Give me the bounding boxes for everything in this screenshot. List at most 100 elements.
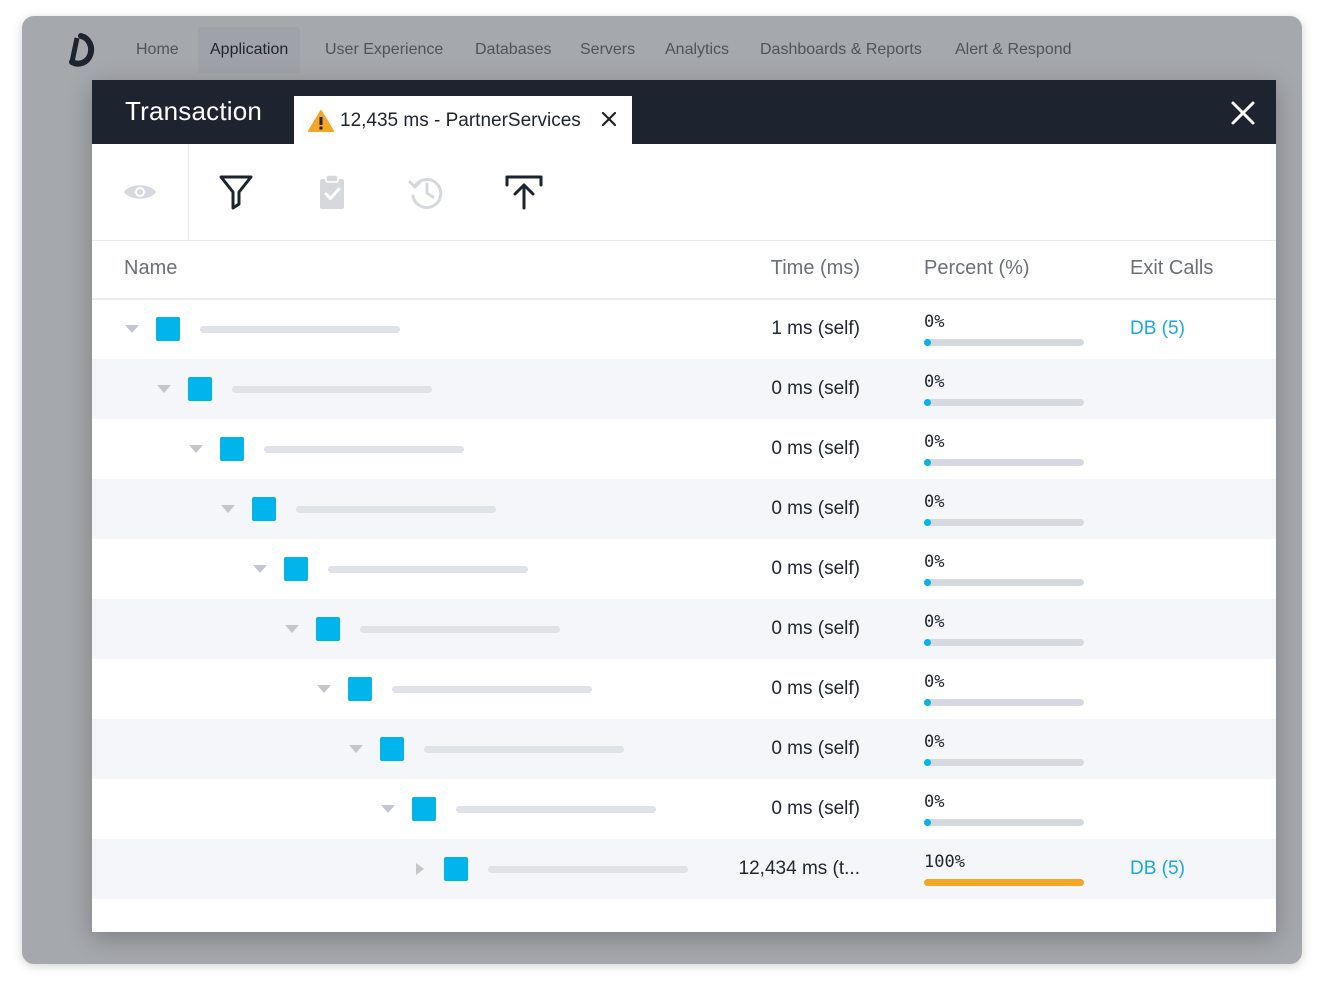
percent-bar xyxy=(924,639,1084,646)
percent-bar-dot xyxy=(924,819,931,826)
percent-bar-dot xyxy=(924,579,931,586)
node-type-icon xyxy=(348,677,372,701)
app-logo-icon[interactable] xyxy=(64,32,98,68)
table-row[interactable]: 0 ms (self) 0% xyxy=(92,659,1276,719)
row-time: 0 ms (self) xyxy=(771,438,860,459)
caret-down-icon[interactable] xyxy=(284,622,300,636)
caret-down-icon[interactable] xyxy=(220,502,236,516)
percent-bar xyxy=(924,819,1084,826)
row-time: 0 ms (self) xyxy=(771,498,860,519)
tab-label: 12,435 ms - PartnerServices xyxy=(340,110,581,131)
caret-down-icon[interactable] xyxy=(380,802,396,816)
row-time: 1 ms (self) xyxy=(771,318,860,339)
upload-icon[interactable] xyxy=(504,172,544,212)
history-icon[interactable] xyxy=(406,172,446,212)
nav-item-databases[interactable]: Databases xyxy=(463,27,564,73)
row-percent: 0% xyxy=(924,612,945,632)
row-percent: 0% xyxy=(924,732,945,752)
table-row[interactable]: 0 ms (self) 0% xyxy=(92,719,1276,779)
percent-bar-dot xyxy=(924,339,931,346)
toolbar-separator xyxy=(188,144,189,240)
percent-bar xyxy=(924,399,1084,406)
tab-transaction-partnerservices[interactable]: 12,435 ms - PartnerServices xyxy=(294,96,632,144)
name-placeholder-bar xyxy=(264,446,464,453)
column-header-exit-calls[interactable]: Exit Calls xyxy=(1130,257,1213,280)
node-type-icon xyxy=(444,857,468,881)
nav-item-dashboards-reports[interactable]: Dashboards & Reports xyxy=(748,27,934,73)
name-placeholder-bar xyxy=(456,806,656,813)
row-percent: 0% xyxy=(924,372,945,392)
table-row[interactable]: 0 ms (self) 0% xyxy=(92,779,1276,839)
caret-right-icon[interactable] xyxy=(412,862,428,876)
node-type-icon xyxy=(252,497,276,521)
row-time: 0 ms (self) xyxy=(771,378,860,399)
percent-bar-dot xyxy=(924,459,931,466)
caret-down-icon[interactable] xyxy=(252,562,268,576)
row-percent: 0% xyxy=(924,312,945,332)
top-navigation: Home Application User Experience Databases S… xyxy=(22,16,1302,84)
table-row[interactable]: 12,434 ms (t... 100% DB (5) xyxy=(92,839,1276,899)
percent-bar-dot xyxy=(924,759,931,766)
nav-item-alert-respond[interactable]: Alert & Respond xyxy=(943,27,1084,73)
row-time: 12,434 ms (t... xyxy=(738,858,860,879)
row-percent: 0% xyxy=(924,672,945,692)
column-header-time[interactable]: Time (ms) xyxy=(771,257,860,280)
table-header: Name Time (ms) Percent (%) Exit Calls xyxy=(92,240,1276,300)
modal-close-icon[interactable] xyxy=(1228,98,1258,128)
exit-calls-link[interactable]: DB (5) xyxy=(1130,318,1185,340)
percent-bar xyxy=(924,519,1084,526)
caret-down-icon[interactable] xyxy=(316,682,332,696)
table-row[interactable]: 0 ms (self) 0% xyxy=(92,599,1276,659)
row-time: 0 ms (self) xyxy=(771,618,860,639)
nav-item-analytics[interactable]: Analytics xyxy=(653,27,741,73)
nav-item-user-experience[interactable]: User Experience xyxy=(313,27,455,73)
modal-title: Transaction xyxy=(125,96,263,126)
percent-bar xyxy=(924,459,1084,466)
filter-icon[interactable] xyxy=(216,172,256,212)
name-placeholder-bar xyxy=(488,866,688,873)
row-percent: 0% xyxy=(924,792,945,812)
caret-down-icon[interactable] xyxy=(124,322,140,336)
tab-close-icon[interactable] xyxy=(599,109,619,129)
table-row[interactable]: 1 ms (self) 0% DB (5) xyxy=(92,299,1276,359)
row-time: 0 ms (self) xyxy=(771,558,860,579)
node-type-icon xyxy=(220,437,244,461)
node-type-icon xyxy=(412,797,436,821)
nav-item-servers[interactable]: Servers xyxy=(568,27,647,73)
node-type-icon xyxy=(156,317,180,341)
caret-down-icon[interactable] xyxy=(188,442,204,456)
row-percent: 0% xyxy=(924,492,945,512)
column-header-name[interactable]: Name xyxy=(124,257,177,280)
name-placeholder-bar xyxy=(392,686,592,693)
nav-item-home[interactable]: Home xyxy=(124,27,191,73)
percent-bar-dot xyxy=(924,519,931,526)
table-row[interactable]: 0 ms (self) 0% xyxy=(92,419,1276,479)
row-percent: 0% xyxy=(924,432,945,452)
percent-bar xyxy=(924,579,1084,586)
row-time: 0 ms (self) xyxy=(771,738,860,759)
table-row[interactable]: 0 ms (self) 0% xyxy=(92,359,1276,419)
app-frame: Home Application User Experience Databases S… xyxy=(22,16,1302,964)
percent-bar-dot xyxy=(924,639,931,646)
percent-bar-fill xyxy=(924,879,1084,886)
row-time: 0 ms (self) xyxy=(771,798,860,819)
table-row[interactable]: 0 ms (self) 0% xyxy=(92,479,1276,539)
nav-item-application[interactable]: Application xyxy=(198,27,301,73)
row-percent: 0% xyxy=(924,552,945,572)
column-header-percent[interactable]: Percent (%) xyxy=(924,257,1030,280)
table-row[interactable]: 0 ms (self) 0% xyxy=(92,539,1276,599)
name-placeholder-bar xyxy=(328,566,528,573)
name-placeholder-bar xyxy=(424,746,624,753)
caret-down-icon[interactable] xyxy=(348,742,364,756)
node-type-icon xyxy=(316,617,340,641)
caret-down-icon[interactable] xyxy=(156,382,172,396)
exit-calls-link[interactable]: DB (5) xyxy=(1130,858,1185,880)
percent-bar xyxy=(924,759,1084,766)
name-placeholder-bar xyxy=(360,626,560,633)
transaction-modal: Transaction 12,435 ms - PartnerServices xyxy=(92,80,1276,932)
name-placeholder-bar xyxy=(296,506,496,513)
percent-bar-dot xyxy=(924,699,931,706)
toolbar xyxy=(92,144,1276,241)
eye-icon[interactable] xyxy=(120,172,160,212)
clipboard-check-icon[interactable] xyxy=(312,172,352,212)
